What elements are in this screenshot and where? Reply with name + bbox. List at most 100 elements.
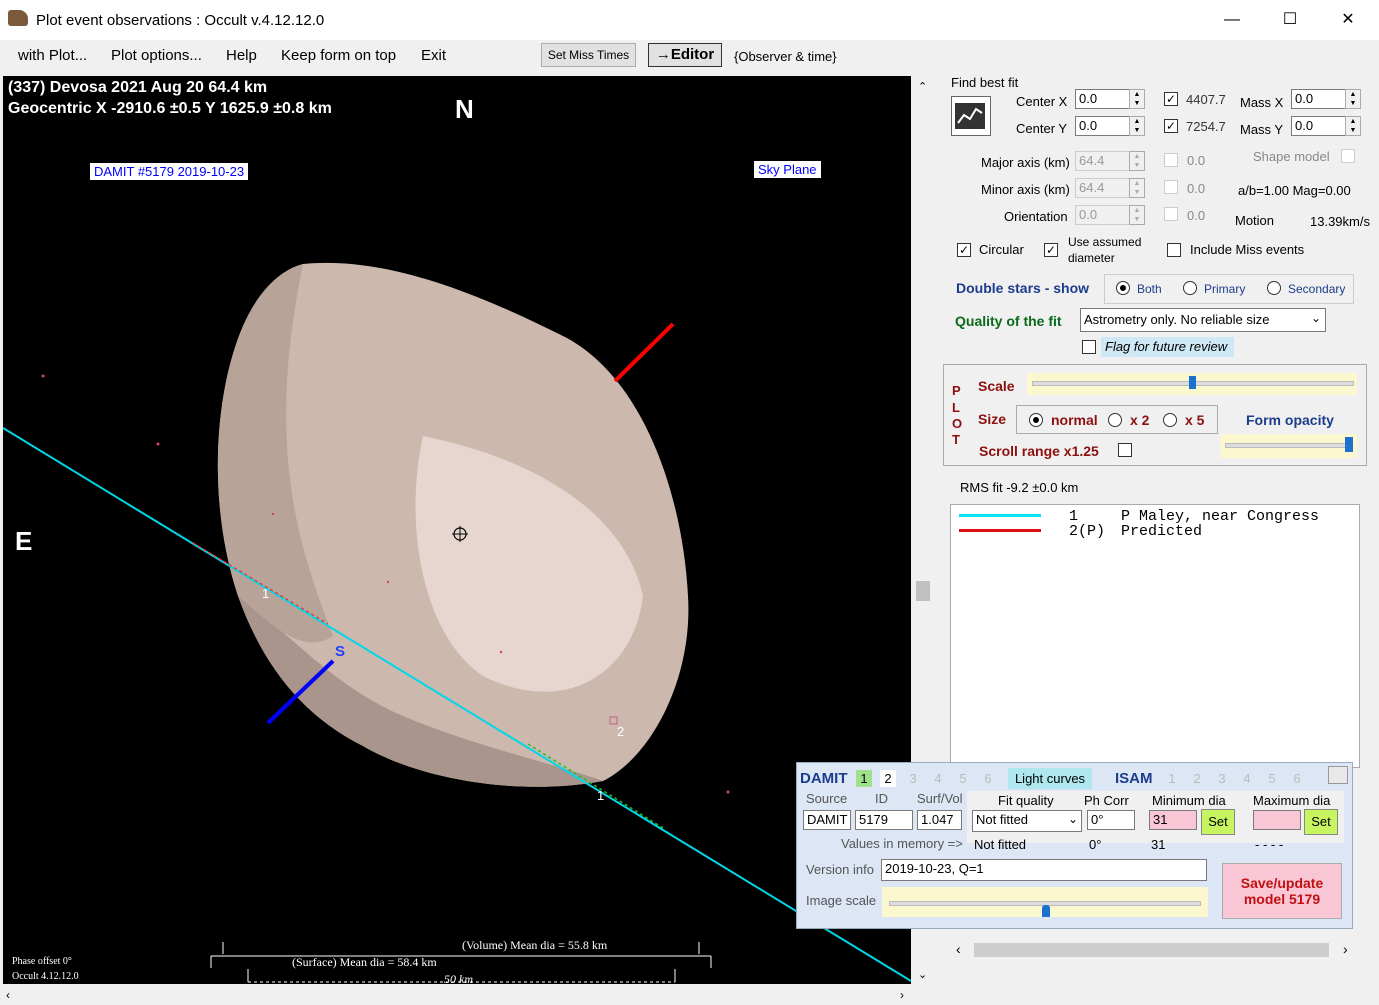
menu-with-plot[interactable]: with Plot... [18, 47, 87, 64]
minor-axis-spinner[interactable]: ▲ ▼ [1129, 178, 1145, 198]
max-dia-set-button[interactable]: Set [1304, 809, 1338, 835]
scroll-right-icon[interactable]: › [1343, 941, 1348, 957]
set-miss-times-button[interactable]: Set Miss Times [541, 43, 636, 67]
minimize-button[interactable]: — [1204, 6, 1260, 34]
mass-x-spinner[interactable]: ▲ ▼ [1345, 89, 1361, 109]
scroll-right-icon[interactable]: › [900, 988, 904, 1002]
minor-axis-checkbox[interactable] [1164, 180, 1178, 194]
plot-header-line1: (337) Devosa 2021 Aug 20 64.4 km [8, 79, 268, 96]
chevron-down-icon: ⌄ [1067, 812, 1078, 826]
center-y-spinner[interactable]: ▲ ▼ [1129, 116, 1145, 136]
observer-time-menu[interactable]: {Observer & time} [734, 49, 837, 64]
flag-review-checkbox[interactable] [1082, 340, 1096, 354]
shape-model-checkbox[interactable] [1341, 149, 1355, 163]
center-y-input[interactable]: 0.0 [1075, 116, 1130, 136]
menu-keep-on-top[interactable]: Keep form on top [281, 47, 396, 64]
size-x5-radio[interactable] [1163, 413, 1177, 427]
orientation-checkbox[interactable] [1164, 207, 1178, 221]
scroll-left-icon[interactable]: ‹ [6, 988, 10, 1002]
size-normal-radio[interactable] [1029, 413, 1043, 427]
max-dia-field[interactable] [1253, 810, 1301, 830]
center-x-input[interactable]: 0.0 [1075, 89, 1130, 109]
fit-quality-dropdown[interactable]: Not fitted ⌄ [972, 810, 1082, 832]
version-info-field[interactable]: 2019-10-23, Q=1 [881, 859, 1207, 881]
primary-radio[interactable] [1183, 281, 1197, 295]
menu-bar: with Plot... Plot options... Help Keep f… [0, 40, 1379, 72]
major-axis-spinner[interactable]: ▲ ▼ [1129, 151, 1145, 171]
major-axis-checkbox[interactable] [1164, 153, 1178, 167]
center-y-checkbox[interactable]: ✓ [1164, 119, 1178, 133]
legend-scroll-thumb[interactable] [974, 943, 1329, 957]
minor-axis-input[interactable]: 64.4 [1075, 178, 1130, 198]
menu-plot-options[interactable]: Plot options... [111, 47, 202, 64]
size-x2-radio[interactable] [1108, 413, 1122, 427]
isam-tab-1[interactable]: 1 [1164, 770, 1180, 787]
damit-tab-5[interactable]: 5 [955, 770, 971, 787]
star [499, 650, 503, 654]
include-miss-checkbox[interactable] [1167, 243, 1181, 257]
center-x-checkbox[interactable]: ✓ [1164, 92, 1178, 106]
scroll-left-icon[interactable]: ‹ [956, 941, 961, 957]
isam-tab-3[interactable]: 3 [1214, 770, 1230, 787]
scroll-up-icon[interactable]: ⌃ [918, 80, 927, 93]
close-button[interactable]: ✕ [1320, 6, 1376, 34]
min-dia-set-button[interactable]: Set [1201, 809, 1235, 835]
east-label: E [15, 526, 33, 556]
source-label: Source [806, 791, 848, 806]
shape-model-label: Shape model [1253, 149, 1330, 164]
damit-tab-2[interactable]: 2 [880, 770, 896, 787]
editor-button[interactable]: →Editor [648, 43, 722, 67]
menu-help[interactable]: Help [226, 47, 257, 64]
image-scale-thumb[interactable] [1042, 905, 1050, 917]
damit-tab-3[interactable]: 3 [905, 770, 921, 787]
quality-dropdown[interactable]: Astrometry only. No reliable size ⌄ [1080, 308, 1326, 332]
circular-checkbox[interactable]: ✓ [957, 243, 971, 257]
legend-horizontal-scrollbar[interactable]: ‹ › [950, 940, 1358, 960]
scroll-down-icon[interactable]: ⌄ [918, 968, 927, 981]
plot-letter-t: T [952, 432, 960, 447]
damit-tab-4[interactable]: 4 [930, 770, 946, 787]
maximize-button[interactable]: ☐ [1262, 6, 1318, 34]
image-scale-slider[interactable] [882, 887, 1208, 917]
ph-corr-field[interactable]: 0° [1087, 810, 1135, 830]
form-opacity-thumb[interactable] [1345, 437, 1353, 452]
both-radio[interactable] [1116, 281, 1130, 295]
save-update-model-button[interactable]: Save/update model 5179 [1222, 863, 1342, 919]
plot-horizontal-scrollbar[interactable]: ‹ › [0, 988, 934, 1005]
isam-tab-4[interactable]: 4 [1239, 770, 1255, 787]
menu-exit[interactable]: Exit [421, 47, 446, 64]
source-field[interactable]: DAMIT [803, 810, 851, 830]
secondary-radio[interactable] [1267, 281, 1281, 295]
use-assumed-diameter-checkbox[interactable]: ✓ [1044, 243, 1058, 257]
mass-x-input[interactable]: 0.0 [1291, 89, 1346, 109]
plot-canvas[interactable]: (337) Devosa 2021 Aug 20 64.4 km Geocent… [3, 76, 911, 984]
major-axis-input[interactable]: 64.4 [1075, 151, 1130, 171]
orientation-input[interactable]: 0.0 [1075, 205, 1130, 225]
id-label: ID [875, 791, 888, 806]
damit-panel-close-button[interactable] [1328, 766, 1348, 784]
isam-tab-6[interactable]: 6 [1289, 770, 1305, 787]
form-opacity-slider[interactable] [1220, 434, 1357, 458]
scroll-range-checkbox[interactable] [1118, 443, 1132, 457]
min-dia-field[interactable]: 31 [1149, 810, 1197, 830]
scroll-thumb[interactable] [916, 581, 930, 601]
scale-slider[interactable] [1027, 373, 1357, 395]
surf-vol-field[interactable]: 1.047 [917, 810, 962, 830]
damit-tab-6[interactable]: 6 [980, 770, 996, 787]
observer-legend-list[interactable]: 1 P Maley, near Congress 2(P) Predicted [950, 504, 1360, 768]
light-curves-button[interactable]: Light curves [1008, 768, 1092, 789]
fit-quality-value: Not fitted [976, 812, 1029, 827]
id-field[interactable]: 5179 [855, 810, 913, 830]
mass-y-spinner[interactable]: ▲ ▼ [1345, 116, 1361, 136]
mass-y-input[interactable]: 0.0 [1291, 116, 1346, 136]
isam-tab-5[interactable]: 5 [1264, 770, 1280, 787]
south-label: S [335, 643, 346, 660]
isam-tab-2[interactable]: 2 [1189, 770, 1205, 787]
orientation-spinner[interactable]: ▲ ▼ [1129, 205, 1145, 225]
center-x-spinner[interactable]: ▲ ▼ [1129, 89, 1145, 109]
find-best-fit-button[interactable] [951, 96, 991, 136]
scale-slider-thumb[interactable] [1189, 376, 1196, 389]
damit-tab-1[interactable]: 1 [856, 770, 872, 787]
phase-offset-text: Phase offset 0° [12, 956, 72, 967]
both-label: Both [1137, 282, 1162, 296]
